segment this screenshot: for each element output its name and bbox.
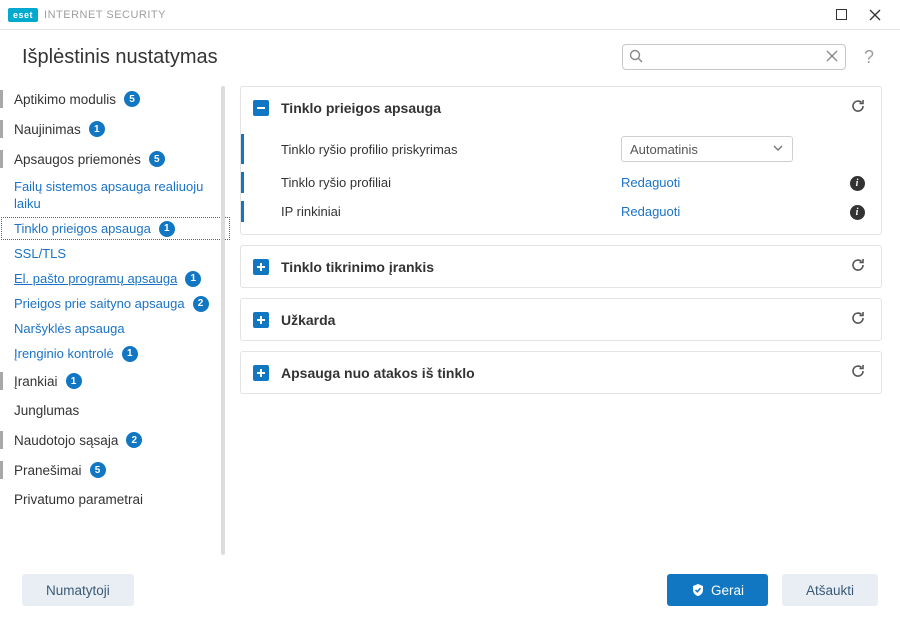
sidebar-item-label: Įrankiai — [14, 374, 58, 389]
panel-title: Tinklo tikrinimo įrankis — [281, 259, 847, 275]
sidebar-item-label: Aptikimo modulis — [14, 92, 116, 107]
search-field[interactable] — [622, 44, 846, 70]
expand-icon[interactable] — [253, 365, 269, 381]
sidebar-badge: 5 — [90, 462, 106, 478]
sidebar-item-label: Privatumo parametrai — [14, 492, 143, 507]
sidebar-badge: 1 — [66, 373, 82, 389]
profile-select[interactable]: Automatinis — [621, 136, 793, 162]
settings-row: Tinklo ryšio profiliaiRedaguoti i — [241, 168, 881, 197]
row-label: Tinklo ryšio profilio priskyrimas — [281, 142, 621, 157]
settings-panel: Užkarda — [240, 298, 882, 341]
panel-header[interactable]: Užkarda — [241, 299, 881, 340]
select-value: Automatinis — [630, 142, 698, 157]
sidebar-badge: 2 — [126, 432, 142, 448]
sidebar-subitem[interactable]: Failų sistemos apsauga realiuoju laiku — [0, 174, 231, 216]
sidebar-item-label: Prieigos prie saityno apsauga — [14, 295, 185, 312]
row-label: IP rinkiniai — [281, 204, 621, 219]
header: Išplėstinis nustatymas ? — [0, 30, 900, 80]
collapse-icon[interactable] — [253, 100, 269, 116]
sidebar-item-label: Įrenginio kontrolė — [14, 345, 114, 362]
edit-link[interactable]: Redaguoti — [621, 204, 680, 219]
search-clear-icon[interactable] — [825, 49, 839, 66]
help-button[interactable]: ? — [860, 47, 878, 68]
sidebar-badge: 5 — [124, 91, 140, 107]
sidebar-item[interactable]: Privatumo parametrai — [0, 485, 231, 514]
sidebar-item[interactable]: Naujinimas 1 — [0, 114, 231, 144]
sidebar-subitem[interactable]: Naršyklės apsauga — [0, 316, 231, 341]
page-title: Išplėstinis nustatymas — [22, 46, 218, 69]
sidebar-item-label: Junglumas — [14, 403, 79, 418]
defaults-button[interactable]: Numatytoji — [22, 574, 134, 606]
sidebar-subitem[interactable]: Tinklo prieigos apsauga 1 — [0, 216, 231, 241]
window-maximize-button[interactable] — [824, 1, 858, 29]
expand-icon[interactable] — [253, 312, 269, 328]
settings-row: Tinklo ryšio profilio priskyrimas Automat… — [241, 130, 881, 168]
sidebar-badge: 1 — [122, 346, 138, 362]
settings-panel: Apsauga nuo atakos iš tinklo — [240, 351, 882, 394]
sidebar-badge: 1 — [159, 221, 175, 237]
panel-header[interactable]: Tinklo tikrinimo įrankis — [241, 246, 881, 287]
sidebar-item[interactable]: Junglumas — [0, 396, 231, 425]
sidebar-item[interactable]: Aptikimo modulis 5 — [0, 84, 231, 114]
reset-icon[interactable] — [847, 307, 869, 332]
sidebar-subitem[interactable]: El. pašto programų apsauga 1 — [0, 266, 231, 291]
sidebar-item-label: Tinklo prieigos apsauga — [14, 220, 151, 237]
sidebar-item-label: Naršyklės apsauga — [14, 320, 125, 337]
sidebar-subitem[interactable]: Įrenginio kontrolė 1 — [0, 341, 231, 366]
brand-logo: eset — [8, 8, 38, 22]
settings-row: IP rinkiniaiRedaguoti i — [241, 197, 881, 226]
sidebar-subitem[interactable]: SSL/TLS — [0, 241, 231, 266]
shield-check-icon — [691, 583, 705, 597]
sidebar-item-label: SSL/TLS — [14, 245, 66, 262]
search-icon — [629, 49, 644, 67]
footer: Numatytoji Gerai Atšaukti — [0, 561, 900, 620]
reset-icon[interactable] — [847, 254, 869, 279]
titlebar: eset INTERNET SECURITY — [0, 0, 900, 30]
ok-button-label: Gerai — [711, 583, 744, 598]
settings-panel: Tinklo tikrinimo įrankis — [240, 245, 882, 288]
sidebar-badge: 5 — [149, 151, 165, 167]
cancel-button[interactable]: Atšaukti — [782, 574, 878, 606]
expand-icon[interactable] — [253, 259, 269, 275]
chevron-down-icon — [772, 142, 784, 157]
main: Aptikimo modulis 5 Naujinimas 1 Apsaugos pri… — [0, 80, 900, 561]
search-input[interactable] — [623, 50, 845, 65]
sidebar-item-label: Failų sistemos apsauga realiuoju laiku — [14, 178, 217, 212]
sidebar-item-label: Apsaugos priemonės — [14, 152, 141, 167]
sidebar-item[interactable]: Naudotojo sąsaja 2 — [0, 425, 231, 455]
panel-header[interactable]: Tinklo prieigos apsauga — [241, 87, 881, 128]
brand-product: INTERNET SECURITY — [44, 9, 166, 21]
panel-title: Užkarda — [281, 312, 847, 328]
sidebar-subitem[interactable]: Prieigos prie saityno apsauga 2 — [0, 291, 231, 316]
info-icon[interactable]: i — [850, 205, 865, 220]
sidebar-item-label: El. pašto programų apsauga — [14, 270, 177, 287]
sidebar-item-label: Naujinimas — [14, 122, 81, 137]
sidebar-item[interactable]: Įrankiai 1 — [0, 366, 231, 396]
info-icon[interactable]: i — [850, 176, 865, 191]
content: Tinklo prieigos apsauga Tinklo ryšio prof… — [232, 80, 900, 561]
sidebar-item[interactable]: Apsaugos priemonės 5 — [0, 144, 231, 174]
sidebar-item-label: Pranešimai — [14, 463, 82, 478]
panel-header[interactable]: Apsauga nuo atakos iš tinklo — [241, 352, 881, 393]
window-close-button[interactable] — [858, 1, 892, 29]
panel-title: Apsauga nuo atakos iš tinklo — [281, 365, 847, 381]
sidebar-badge: 2 — [193, 296, 209, 312]
sidebar-badge: 1 — [185, 271, 201, 287]
reset-icon[interactable] — [847, 360, 869, 385]
sidebar: Aptikimo modulis 5 Naujinimas 1 Apsaugos pri… — [0, 80, 232, 561]
settings-panel: Tinklo prieigos apsauga Tinklo ryšio prof… — [240, 86, 882, 235]
sidebar-badge: 1 — [89, 121, 105, 137]
ok-button[interactable]: Gerai — [667, 574, 768, 606]
row-label: Tinklo ryšio profiliai — [281, 175, 621, 190]
reset-icon[interactable] — [847, 95, 869, 120]
panel-title: Tinklo prieigos apsauga — [281, 100, 847, 116]
panel-body: Tinklo ryšio profilio priskyrimas Automat… — [241, 128, 881, 234]
edit-link[interactable]: Redaguoti — [621, 175, 680, 190]
sidebar-item-label: Naudotojo sąsaja — [14, 433, 118, 448]
sidebar-item[interactable]: Pranešimai 5 — [0, 455, 231, 485]
